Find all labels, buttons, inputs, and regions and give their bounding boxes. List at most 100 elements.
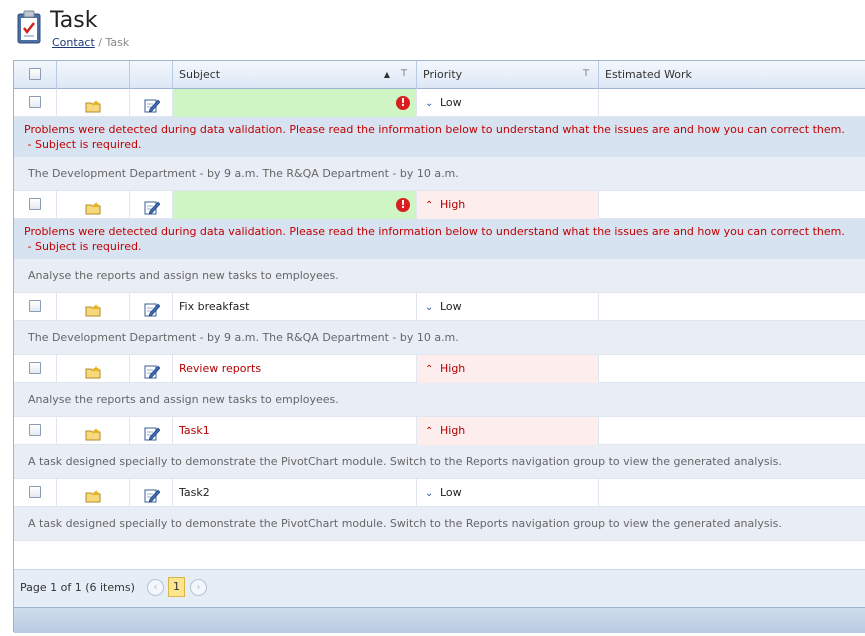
subject-cell[interactable]: ! xyxy=(173,89,417,117)
row-description: Analyse the reports and assign new tasks… xyxy=(14,259,865,293)
task-clipboard-icon xyxy=(17,10,41,44)
priority-low-icon: ⌄ xyxy=(425,98,434,109)
breadcrumb-separator: / xyxy=(98,36,103,49)
new-object-icon[interactable] xyxy=(85,96,101,113)
new-object-icon[interactable] xyxy=(85,362,101,379)
header-priority[interactable]: Priority ⊤ xyxy=(417,61,599,89)
new-object-cell xyxy=(57,417,130,445)
row-description: A task designed specially to demonstrate… xyxy=(14,445,865,479)
validation-error-icon: ! xyxy=(396,198,410,212)
priority-cell[interactable]: ⌄ Low xyxy=(417,89,599,117)
new-object-icon[interactable] xyxy=(85,424,101,441)
edit-cell xyxy=(130,417,173,445)
validation-error-detail: - Subject is required. xyxy=(24,240,142,253)
validation-error-icon: ! xyxy=(396,96,410,110)
breadcrumb-link-contact[interactable]: Contact xyxy=(52,36,95,49)
validation-error-message: Problems were detected during data valid… xyxy=(14,117,865,157)
header-edit-column xyxy=(130,61,173,89)
edit-cell xyxy=(130,479,173,507)
priority-cell[interactable]: ⌄ Low xyxy=(417,479,599,507)
select-all-cell xyxy=(14,61,57,89)
priority-cell[interactable]: ⌃ High xyxy=(417,191,599,219)
table-row[interactable]: Task2 ⌄ Low xyxy=(14,479,865,507)
table-row[interactable]: Fix breakfast ⌄ Low xyxy=(14,293,865,321)
row-description: The Development Department - by 9 a.m. T… xyxy=(14,157,865,191)
page-number-button[interactable]: 1 xyxy=(168,577,185,597)
table-row[interactable]: Review reports ⌃ High xyxy=(14,355,865,383)
row-select-cell xyxy=(14,479,57,507)
edit-icon[interactable] xyxy=(144,362,161,379)
grid-header: Subject ▲ ⊤ Priority ⊤ Estimated Work xyxy=(14,61,865,89)
priority-text: High xyxy=(440,198,466,211)
subject-cell[interactable]: Task1 xyxy=(173,417,417,445)
validation-error-text: Problems were detected during data valid… xyxy=(24,225,845,238)
header-estimated-work[interactable]: Estimated Work xyxy=(599,61,865,89)
priority-text: High xyxy=(440,362,466,375)
edit-icon[interactable] xyxy=(144,96,161,113)
estimated-work-cell[interactable] xyxy=(599,479,865,507)
estimated-work-cell[interactable] xyxy=(599,89,865,117)
estimated-work-cell[interactable] xyxy=(599,191,865,219)
grid-footer xyxy=(14,607,865,633)
new-object-icon[interactable] xyxy=(85,486,101,503)
row-checkbox[interactable] xyxy=(29,424,41,436)
priority-cell[interactable]: ⌃ High xyxy=(417,417,599,445)
row-checkbox[interactable] xyxy=(29,362,41,374)
priority-cell[interactable]: ⌃ High xyxy=(417,355,599,383)
row-description: The Development Department - by 9 a.m. T… xyxy=(14,321,865,355)
subject-cell[interactable]: ! xyxy=(173,191,417,219)
task-grid: Subject ▲ ⊤ Priority ⊤ Estimated Work ! ⌄… xyxy=(13,60,865,633)
next-page-button[interactable]: › xyxy=(190,579,207,596)
edit-cell xyxy=(130,355,173,383)
filter-icon[interactable]: ⊤ xyxy=(400,61,408,88)
subject-cell[interactable]: Fix breakfast xyxy=(173,293,417,321)
subject-cell[interactable]: Review reports xyxy=(173,355,417,383)
filter-icon[interactable]: ⊤ xyxy=(582,61,590,88)
edit-cell xyxy=(130,89,173,117)
row-description: Analyse the reports and assign new tasks… xyxy=(14,383,865,417)
priority-text: High xyxy=(440,424,466,437)
edit-icon[interactable] xyxy=(144,300,161,317)
priority-low-icon: ⌄ xyxy=(425,488,434,499)
pager-info: Page 1 of 1 (6 items) xyxy=(20,581,135,594)
new-object-icon[interactable] xyxy=(85,198,101,215)
row-select-cell xyxy=(14,293,57,321)
row-select-cell xyxy=(14,355,57,383)
breadcrumb-current: Task xyxy=(105,36,130,49)
edit-icon[interactable] xyxy=(144,198,161,215)
row-checkbox[interactable] xyxy=(29,198,41,210)
table-row[interactable]: Task1 ⌃ High xyxy=(14,417,865,445)
prev-page-button[interactable]: ‹ xyxy=(147,579,164,596)
estimated-work-cell[interactable] xyxy=(599,355,865,383)
header-estimated-work-label: Estimated Work xyxy=(605,68,692,81)
new-object-icon[interactable] xyxy=(85,300,101,317)
new-object-cell xyxy=(57,479,130,507)
header-subject[interactable]: Subject ▲ ⊤ xyxy=(173,61,417,89)
priority-low-icon: ⌄ xyxy=(425,302,434,313)
row-checkbox[interactable] xyxy=(29,486,41,498)
subject-text: Task1 xyxy=(179,424,210,437)
estimated-work-cell[interactable] xyxy=(599,417,865,445)
page-title: Task xyxy=(50,8,98,33)
priority-cell[interactable]: ⌄ Low xyxy=(417,293,599,321)
subject-cell[interactable]: Task2 xyxy=(173,479,417,507)
estimated-work-cell[interactable] xyxy=(599,293,865,321)
header-priority-label: Priority xyxy=(423,68,463,81)
row-checkbox[interactable] xyxy=(29,96,41,108)
header-subject-label: Subject xyxy=(179,68,221,81)
edit-icon[interactable] xyxy=(144,486,161,503)
edit-cell xyxy=(130,293,173,321)
row-checkbox[interactable] xyxy=(29,300,41,312)
table-row[interactable]: ! ⌃ High xyxy=(14,191,865,219)
new-object-cell xyxy=(57,89,130,117)
table-row[interactable]: ! ⌄ Low xyxy=(14,89,865,117)
edit-icon[interactable] xyxy=(144,424,161,441)
subject-text: Review reports xyxy=(179,362,262,375)
row-description: A task designed specially to demonstrate… xyxy=(14,507,865,541)
row-select-cell xyxy=(14,191,57,219)
subject-text: Task2 xyxy=(179,486,210,499)
validation-error-message: Problems were detected during data valid… xyxy=(14,219,865,259)
sort-asc-icon[interactable]: ▲ xyxy=(384,61,390,88)
priority-high-icon: ⌃ xyxy=(425,200,434,211)
select-all-checkbox[interactable] xyxy=(29,68,41,80)
